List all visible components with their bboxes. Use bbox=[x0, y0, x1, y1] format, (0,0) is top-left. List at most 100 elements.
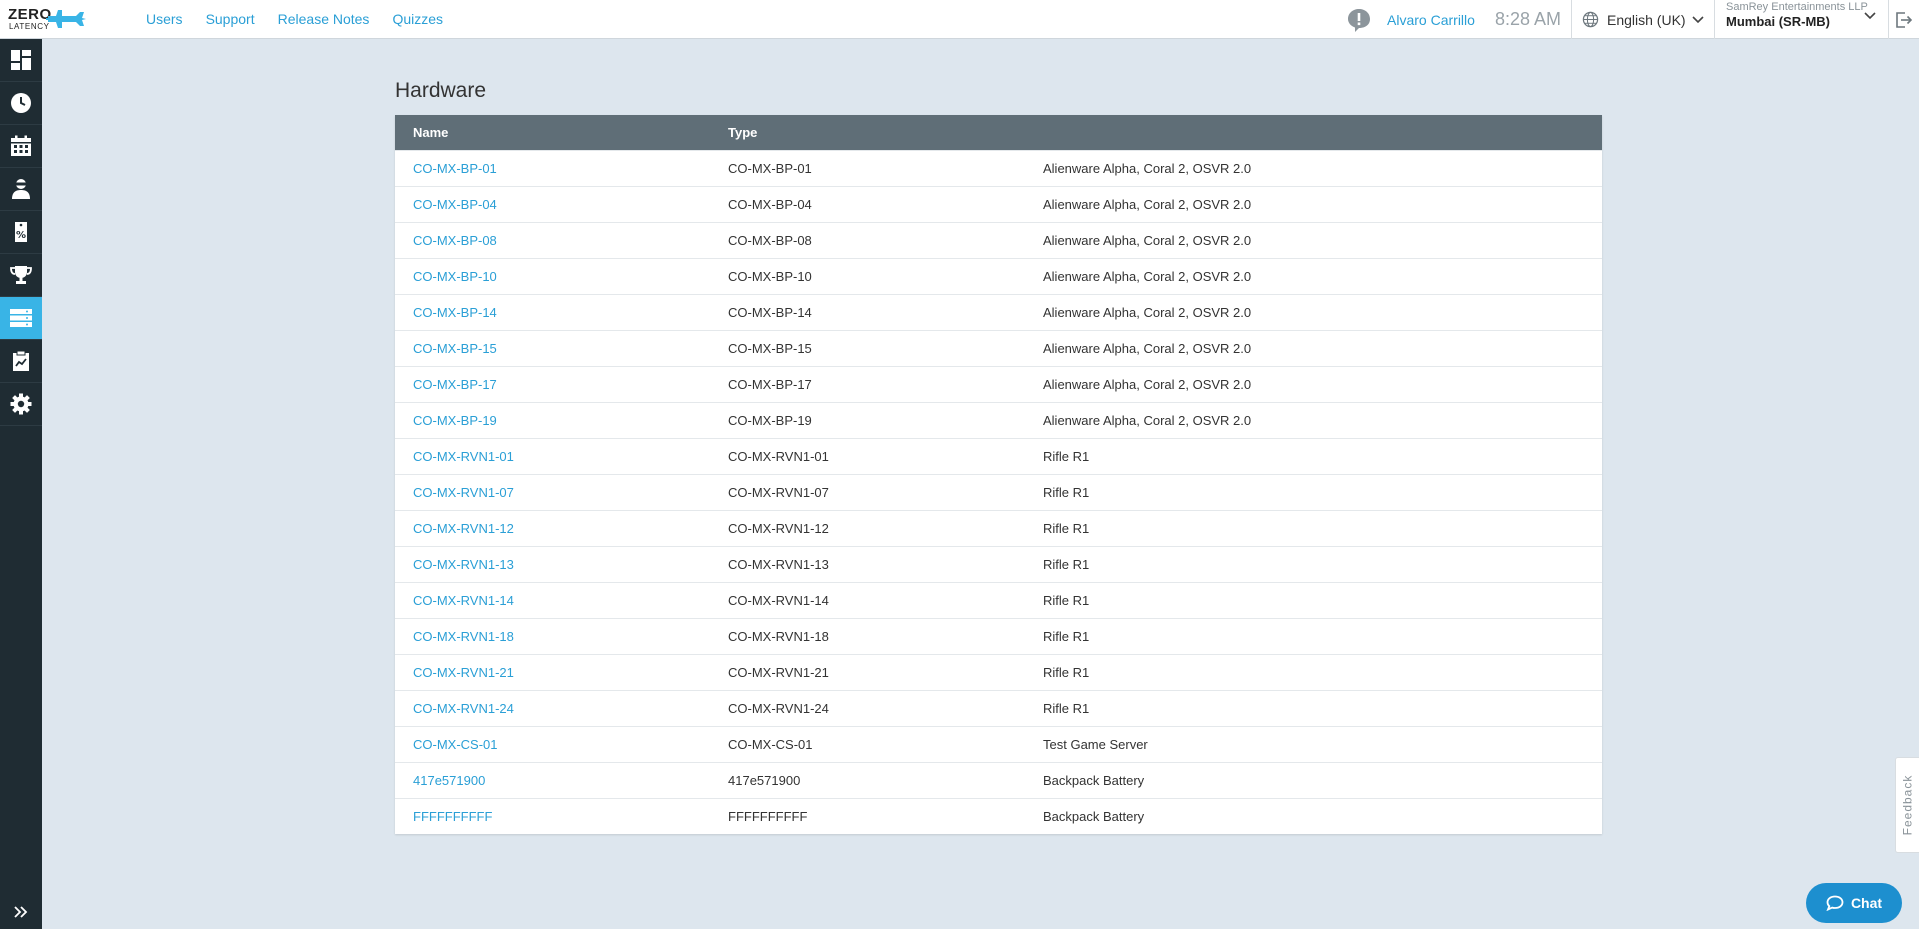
hardware-name-link[interactable]: CO-MX-BP-10 bbox=[413, 269, 497, 284]
nav-quizzes-link[interactable]: Quizzes bbox=[392, 11, 443, 27]
hardware-type-cell: CO-MX-RVN1-07 bbox=[728, 484, 829, 500]
hardware-name-link[interactable]: CO-MX-RVN1-18 bbox=[413, 629, 514, 644]
hardware-name-cell: CO-MX-RVN1-13 bbox=[395, 546, 710, 582]
hardware-name-link[interactable]: CO-MX-BP-04 bbox=[413, 197, 497, 212]
calendar-icon bbox=[11, 135, 31, 156]
hardware-name-link[interactable]: CO-MX-RVN1-24 bbox=[413, 701, 514, 716]
table-row: CO-MX-BP-19 CO-MX-BP-19 Alienware Alpha, C… bbox=[395, 402, 1602, 438]
hardware-name-link[interactable]: 417e571900 bbox=[413, 773, 485, 788]
table-row: CO-MX-BP-17 CO-MX-BP-17 Alienware Alpha, C… bbox=[395, 366, 1602, 402]
hardware-description-cell: Alienware Alpha, Coral 2, OSVR 2.0 bbox=[1043, 412, 1252, 428]
hardware-name-link[interactable]: CO-MX-RVN1-12 bbox=[413, 521, 514, 536]
hardware-name-link[interactable]: CO-MX-BP-01 bbox=[413, 161, 497, 176]
nav-support-link[interactable]: Support bbox=[206, 11, 255, 27]
sidebar-item-sessions[interactable] bbox=[0, 82, 42, 125]
sidebar-item-vouchers[interactable]: % bbox=[0, 211, 42, 254]
column-header-type[interactable]: Type bbox=[710, 115, 1025, 150]
hardware-type-cell: 417e571900 bbox=[728, 772, 801, 788]
hardware-name-link[interactable]: CO-MX-RVN1-01 bbox=[413, 449, 514, 464]
hardware-table: Name Type CO-MX-BP-01 CO-MX-BP-01 Alienwar… bbox=[395, 115, 1602, 834]
sidebar-item-leaderboard[interactable] bbox=[0, 254, 42, 297]
hardware-description-cell: Rifle R1 bbox=[1043, 700, 1090, 716]
hardware-name-link[interactable]: CO-MX-RVN1-21 bbox=[413, 665, 514, 680]
sidebar-item-reports[interactable] bbox=[0, 340, 42, 383]
hardware-name-cell: 417e571900 bbox=[395, 762, 710, 798]
logout-button[interactable] bbox=[1888, 0, 1919, 39]
page-title: Hardware bbox=[395, 79, 487, 102]
table-row: FFFFFFFFFF FFFFFFFFFF Backpack Battery bbox=[395, 798, 1602, 834]
hardware-description-cell: Test Game Server bbox=[1043, 736, 1148, 752]
sidebar-expand-button[interactable] bbox=[0, 895, 42, 929]
notification-alert-icon[interactable] bbox=[1346, 7, 1372, 33]
hardware-description-cell: Alienware Alpha, Coral 2, OSVR 2.0 bbox=[1043, 268, 1252, 284]
hardware-name-link[interactable]: CO-MX-CS-01 bbox=[413, 737, 498, 752]
table-row: CO-MX-RVN1-21 CO-MX-RVN1-21 Rifle R1 bbox=[395, 654, 1602, 690]
trophy-icon bbox=[10, 266, 32, 284]
hardware-name-cell: CO-MX-BP-01 bbox=[395, 150, 710, 186]
hardware-name-cell: CO-MX-RVN1-07 bbox=[395, 474, 710, 510]
language-selector[interactable]: English (UK) bbox=[1571, 0, 1714, 39]
hardware-type-cell: CO-MX-RVN1-12 bbox=[728, 520, 829, 536]
hardware-type-cell: CO-MX-BP-04 bbox=[728, 196, 812, 212]
hardware-name-link[interactable]: CO-MX-BP-14 bbox=[413, 305, 497, 320]
hardware-type-cell: CO-MX-BP-01 bbox=[728, 160, 812, 176]
hardware-description-cell: Rifle R1 bbox=[1043, 484, 1090, 500]
table-row: CO-MX-BP-10 CO-MX-BP-10 Alienware Alpha, C… bbox=[395, 258, 1602, 294]
feedback-tab[interactable]: Feedback bbox=[1895, 757, 1919, 853]
hardware-name-cell: CO-MX-RVN1-01 bbox=[395, 438, 710, 474]
table-row: CO-MX-BP-08 CO-MX-BP-08 Alienware Alpha, C… bbox=[395, 222, 1602, 258]
hardware-description-cell: Rifle R1 bbox=[1043, 628, 1090, 644]
nav-release-notes-link[interactable]: Release Notes bbox=[278, 11, 370, 27]
header-right: Alvaro Carrillo 8:28 AM English (UK) Sam… bbox=[1346, 0, 1919, 39]
chevron-down-icon bbox=[1864, 12, 1876, 20]
zero-latency-logo[interactable]: ZERO LATENCY bbox=[0, 0, 120, 39]
column-header-name[interactable]: Name bbox=[395, 115, 710, 150]
sidebar-item-hardware[interactable] bbox=[0, 297, 42, 340]
hardware-type-cell: CO-MX-RVN1-13 bbox=[728, 556, 829, 572]
sidebar-item-players[interactable] bbox=[0, 168, 42, 211]
feedback-label: Feedback bbox=[1900, 774, 1915, 836]
table-row: CO-MX-RVN1-13 CO-MX-RVN1-13 Rifle R1 bbox=[395, 546, 1602, 582]
hardware-name-link[interactable]: CO-MX-RVN1-14 bbox=[413, 593, 514, 608]
user-name-link[interactable]: Alvaro Carrillo bbox=[1387, 12, 1475, 28]
hardware-type-cell: CO-MX-BP-17 bbox=[728, 376, 812, 392]
table-row: CO-MX-BP-04 CO-MX-BP-04 Alienware Alpha, C… bbox=[395, 186, 1602, 222]
hardware-name-cell: CO-MX-BP-08 bbox=[395, 222, 710, 258]
hardware-name-link[interactable]: CO-MX-RVN1-07 bbox=[413, 485, 514, 500]
table-row: CO-MX-RVN1-01 CO-MX-RVN1-01 Rifle R1 bbox=[395, 438, 1602, 474]
hardware-name-cell: CO-MX-BP-14 bbox=[395, 294, 710, 330]
hardware-name-link[interactable]: CO-MX-RVN1-13 bbox=[413, 557, 514, 572]
column-header-description bbox=[1025, 115, 1602, 150]
player-icon bbox=[12, 179, 30, 199]
settings-icon bbox=[10, 393, 32, 415]
current-time: 8:28 AM bbox=[1494, 9, 1561, 29]
table-row: CO-MX-BP-14 CO-MX-BP-14 Alienware Alpha, C… bbox=[395, 294, 1602, 330]
company-name: SamRey Entertainments LLP bbox=[1726, 1, 1868, 13]
sidebar-item-dashboard[interactable] bbox=[0, 39, 42, 82]
hardware-type-cell: CO-MX-BP-19 bbox=[728, 412, 812, 428]
hardware-name-link[interactable]: FFFFFFFFFF bbox=[413, 809, 492, 824]
hardware-name-link[interactable]: CO-MX-BP-17 bbox=[413, 377, 497, 392]
hardware-name-cell: CO-MX-BP-17 bbox=[395, 366, 710, 402]
report-icon bbox=[13, 350, 29, 371]
hardware-name-cell: CO-MX-CS-01 bbox=[395, 726, 710, 762]
chat-bubble-icon bbox=[1826, 895, 1844, 911]
site-selector[interactable]: SamRey Entertainments LLP Mumbai (SR-MB) bbox=[1714, 0, 1888, 39]
hardware-description-cell: Rifle R1 bbox=[1043, 664, 1090, 680]
table-row: 417e571900 417e571900 Backpack Battery bbox=[395, 762, 1602, 798]
chat-button[interactable]: Chat bbox=[1806, 883, 1902, 923]
table-row: CO-MX-RVN1-14 CO-MX-RVN1-14 Rifle R1 bbox=[395, 582, 1602, 618]
hardware-name-link[interactable]: CO-MX-BP-08 bbox=[413, 233, 497, 248]
voucher-icon: % bbox=[15, 222, 27, 242]
sidebar-item-calendar[interactable] bbox=[0, 125, 42, 168]
nav-users-link[interactable]: Users bbox=[146, 11, 183, 27]
hardware-type-cell: CO-MX-RVN1-24 bbox=[728, 700, 829, 716]
hardware-type-cell: CO-MX-RVN1-01 bbox=[728, 448, 829, 464]
hardware-name-link[interactable]: CO-MX-BP-15 bbox=[413, 341, 497, 356]
sidebar-item-settings[interactable] bbox=[0, 383, 42, 426]
hardware-icon bbox=[10, 309, 32, 327]
hardware-name-cell: FFFFFFFFFF bbox=[395, 798, 710, 834]
top-bar: ZERO LATENCY Users Support Release Notes… bbox=[0, 0, 1919, 39]
clock-icon bbox=[11, 93, 31, 113]
hardware-name-link[interactable]: CO-MX-BP-19 bbox=[413, 413, 497, 428]
